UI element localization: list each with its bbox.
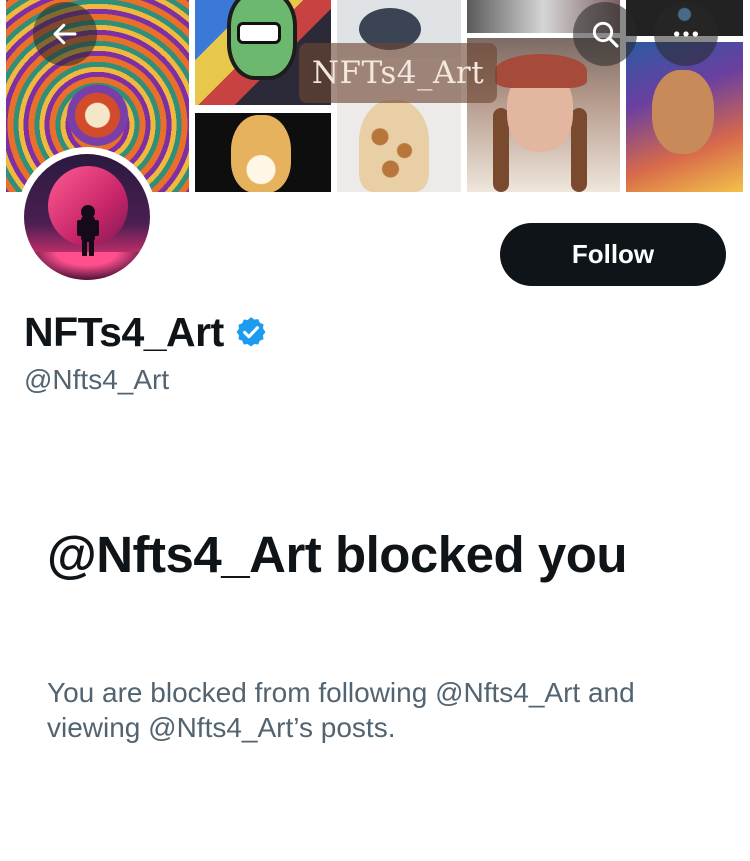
banner-title: NFTs4_Art bbox=[299, 43, 497, 103]
back-button[interactable] bbox=[33, 2, 97, 66]
verified-badge-icon[interactable] bbox=[234, 315, 268, 349]
display-name-row: NFTs4_Art bbox=[24, 307, 268, 357]
arrow-left-icon bbox=[53, 23, 77, 45]
banner-doge-art bbox=[195, 113, 331, 192]
more-button[interactable] bbox=[654, 2, 718, 66]
astronaut-silhouette bbox=[77, 205, 99, 256]
search-button[interactable] bbox=[573, 2, 637, 66]
avatar[interactable] bbox=[17, 147, 157, 287]
blocked-description: You are blocked from following @Nfts4_Ar… bbox=[47, 677, 635, 743]
follow-button[interactable]: Follow bbox=[500, 223, 726, 286]
display-name: NFTs4_Art bbox=[24, 308, 224, 355]
more-horizontal-icon bbox=[674, 31, 698, 37]
profile-handle: @Nfts4_Art bbox=[24, 364, 170, 395]
avatar-image bbox=[24, 154, 150, 280]
blocked-title: @Nfts4_Art blocked you bbox=[47, 526, 628, 583]
search-icon bbox=[592, 21, 619, 48]
